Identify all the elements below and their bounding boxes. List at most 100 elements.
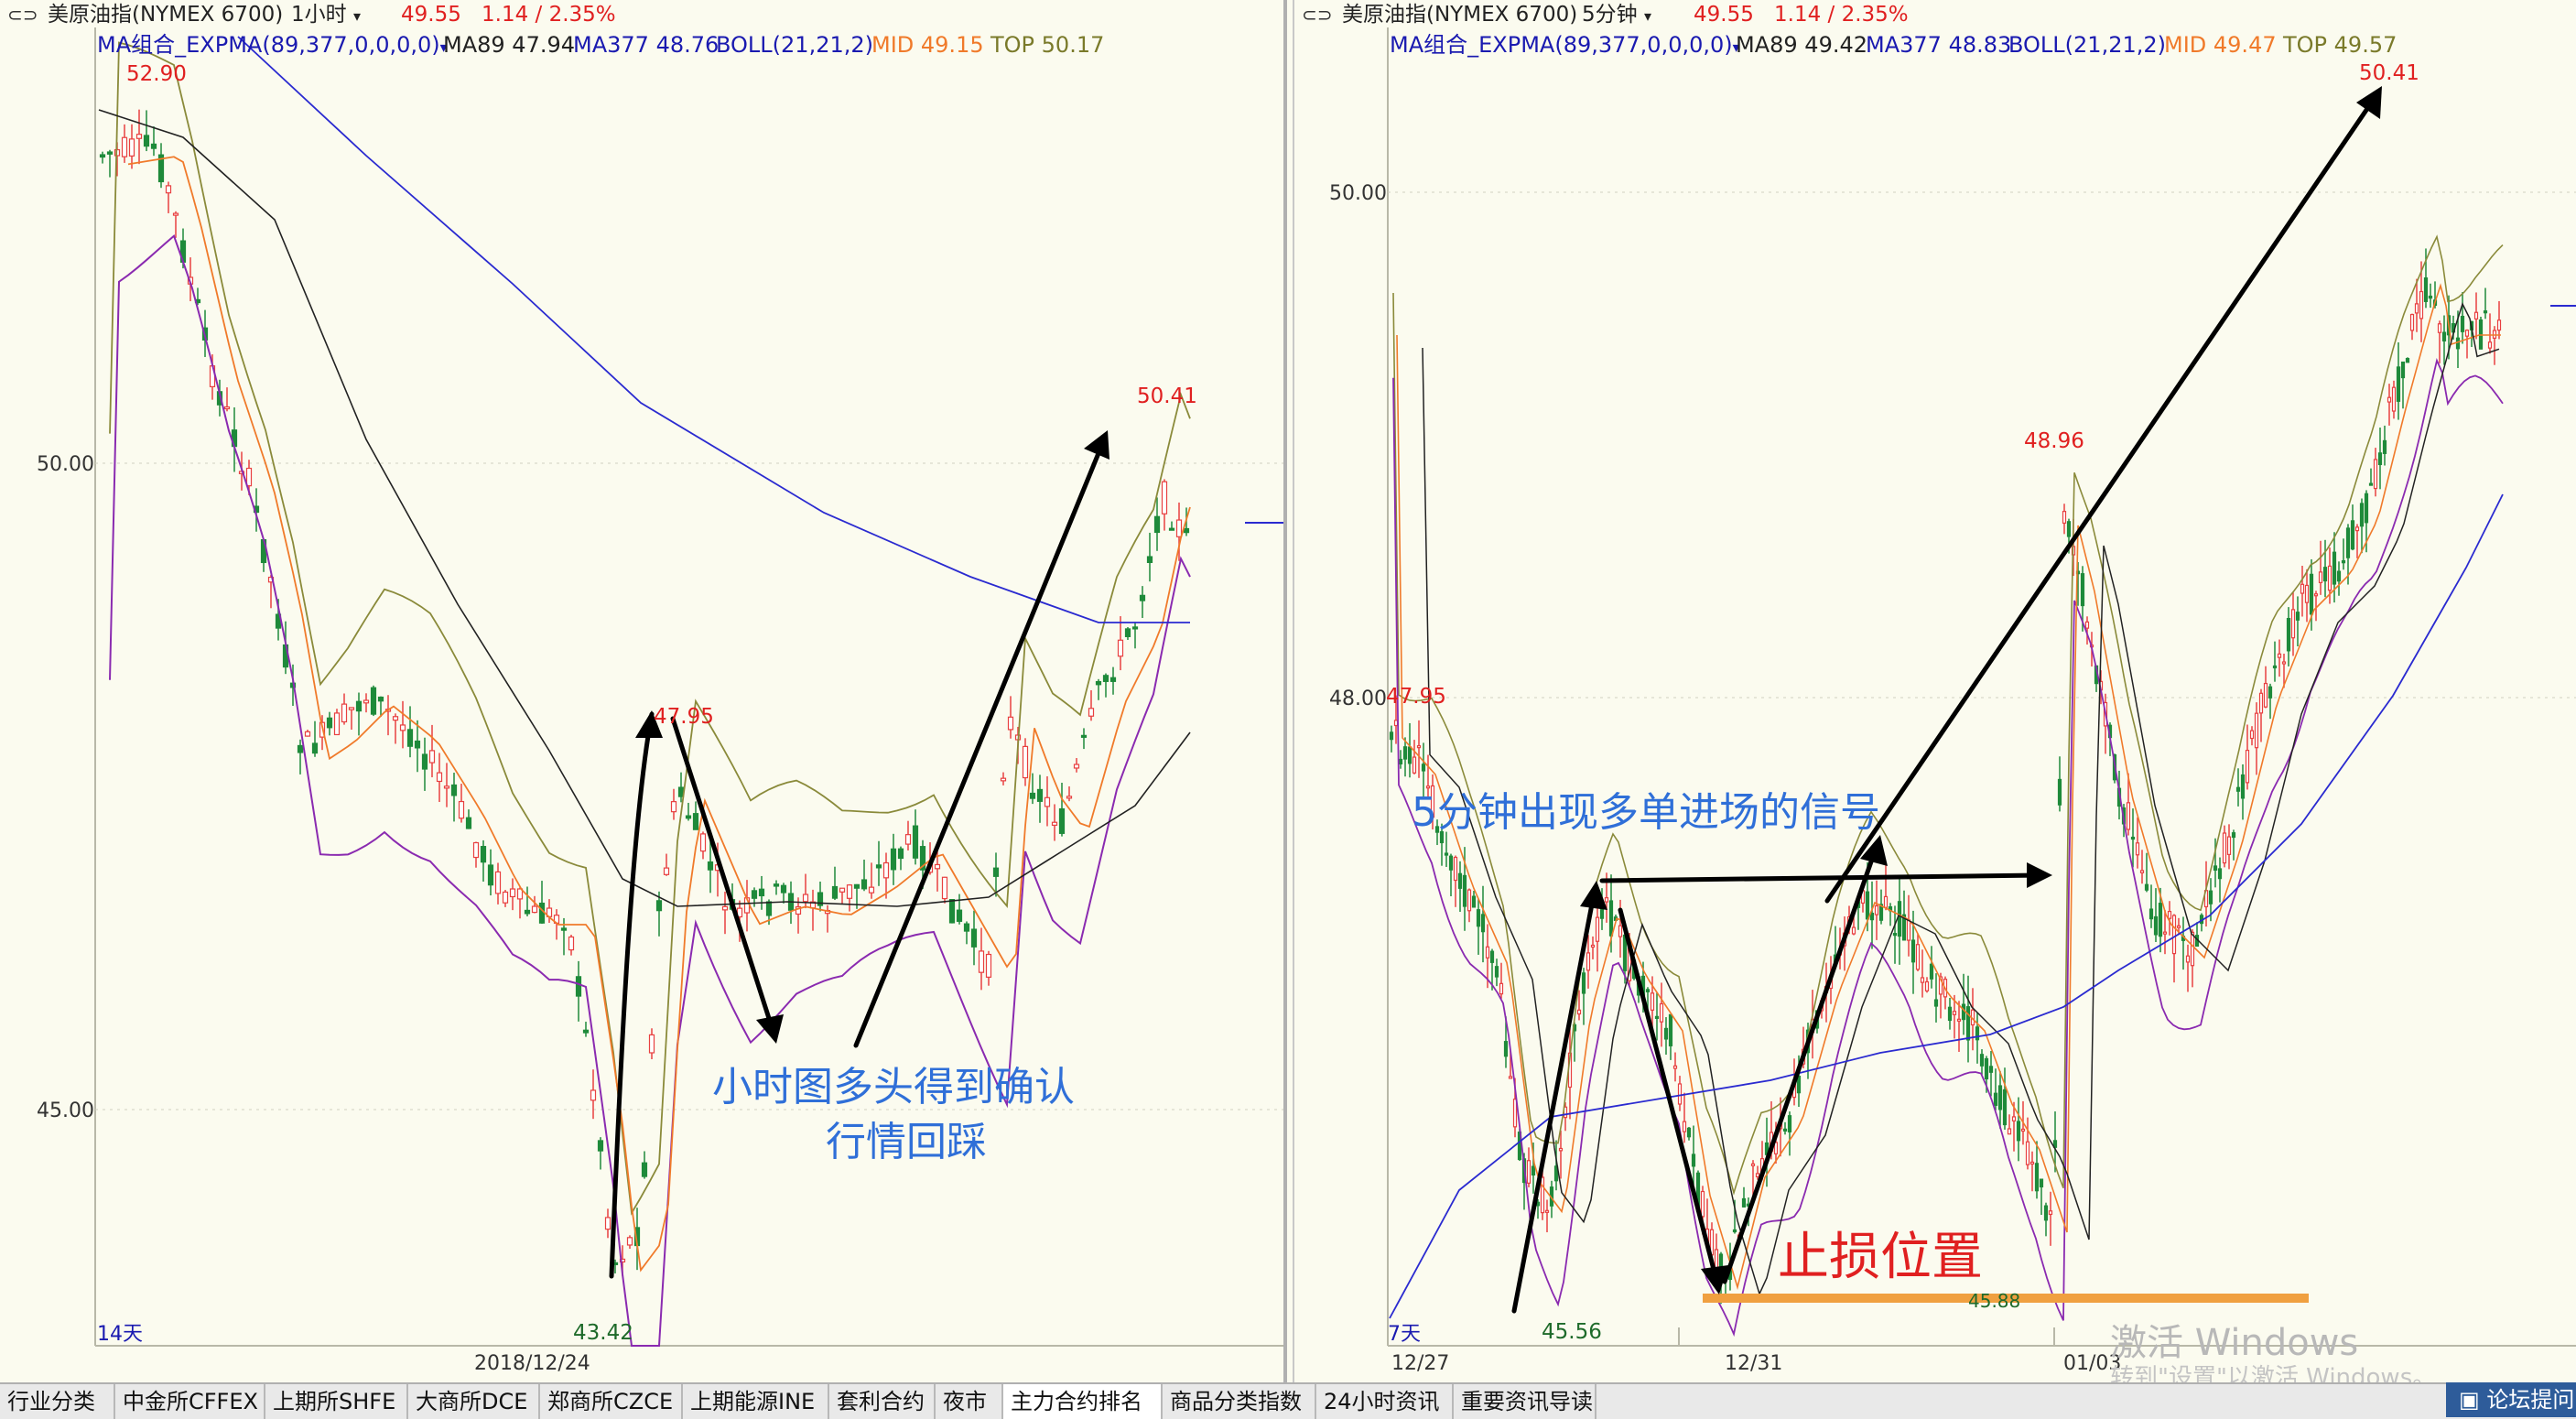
y-label-48: 48.00 [1329,688,1387,710]
symbol-name[interactable]: 美原油指(NYMEX 6700) [1342,0,1577,29]
price-mark-left-high: 47.95 [1386,685,1446,709]
ma89-value: MA89 47.94 [443,32,575,58]
x-label-1227: 12/27 [1391,1352,1449,1375]
five-minute-price-chart[interactable]: 50.00 48.00 12/27 12/31 01/03 7天 50.41 4… [1294,0,2576,1382]
candle-body [2428,295,2433,299]
candle-body [2419,290,2424,320]
candle-body [1993,1092,1998,1106]
candle-body [780,884,787,894]
candle-body [1467,889,1472,912]
tab-24h-news[interactable]: 24小时资讯 [1316,1384,1454,1419]
candle-body [1036,788,1044,802]
chat-icon: ▣ [2459,1387,2480,1413]
candle-body [1952,1011,1957,1015]
candle-body [1412,756,1417,774]
candle-body [2249,730,2255,740]
candle-body [2208,890,2213,904]
period-selector[interactable]: 5分钟 ▾ [1582,0,1651,31]
x-label-1231: 12/31 [1725,1352,1782,1375]
candle-body [1984,1057,1989,1080]
candle-body [2359,503,2365,527]
candle-body [1453,856,1458,882]
candle-body [1654,1015,1660,1019]
hourly-price-chart[interactable]: 50.00 45.00 2018/12/24 14天 52.90 47.95 5… [0,0,1283,1382]
link-chart-icon[interactable]: ⊂⊃ [1302,0,1333,29]
tab-ine[interactable]: 上期能源INE [683,1384,829,1419]
tab-cffex[interactable]: 中金所CFFEX [115,1384,265,1419]
link-chart-icon[interactable]: ⊂⊃ [7,0,38,29]
tab-industry[interactable]: 行业分类 [0,1384,115,1419]
forum-ask-button[interactable]: ▣ 论坛提问 [2446,1382,2576,1417]
candle-body [2025,1141,2030,1165]
annotation-hourly-confirm: 小时图多头得到确认 [712,1064,1075,1110]
candle-body [963,923,970,932]
candle-body [1161,481,1168,515]
candle-body [1782,1128,1788,1132]
candle-body [1425,785,1431,789]
indicator-selector[interactable]: MA组合_EXPMA(89,377,0,0,0,0)▾ [97,29,448,63]
indicator-selector[interactable]: MA组合_EXPMA(89,377,0,0,0,0)▾ [1390,29,1740,63]
symbol-name[interactable]: 美原油指(NYMEX 6700) [48,0,283,29]
candle-body [648,1034,655,1054]
candle-body [1139,594,1146,601]
boll-mid-line [1396,283,2501,1291]
candle-body [1022,745,1029,779]
candle-body [1787,1115,1792,1132]
tab-main-contract-rank[interactable]: 主力合约排名 [1003,1384,1163,1419]
candle-body [458,800,465,819]
candle-body [1608,900,1614,937]
tab-dce[interactable]: 大商所DCE [408,1384,540,1419]
candle-body [699,833,707,852]
tab-czce[interactable]: 郑商所CZCE [540,1384,683,1419]
tab-arbitrage[interactable]: 套利合约 [829,1384,936,1419]
candle-body [641,1162,648,1177]
tab-night[interactable]: 夜市 [936,1384,1003,1419]
candle-body [1494,966,1499,978]
candle-body [2364,493,2369,524]
period-selector[interactable]: 1小时 ▾ [291,0,361,31]
candle-body [2135,842,2140,856]
candle-body [1947,1006,1953,1022]
candle-body [165,185,172,194]
candle-body [2327,565,2332,591]
candle-body [1599,909,1605,919]
candle-body [1933,999,1939,1007]
candle-body [1058,807,1066,834]
candle-body [773,883,780,887]
tab-shfe[interactable]: 上期所SHFE [265,1384,408,1419]
candle-body [2258,692,2264,714]
candle-body [1398,758,1403,765]
candle-body [1480,914,1486,933]
candle-body [1618,925,1623,937]
candle-body [2464,330,2470,337]
price-mark-swing: 47.95 [654,705,714,729]
price-mark-low: 45.56 [1542,1320,1602,1344]
candle-body [765,901,773,916]
candle-body [2148,908,2154,920]
candle-body [1975,1026,1980,1041]
candle-body [1906,919,1911,941]
candle-body [1979,1054,1985,1067]
candle-body [2405,357,2410,363]
candle-body [311,742,319,754]
chart-panel-hourly[interactable]: 50.00 45.00 2018/12/24 14天 52.90 47.95 5… [0,0,1287,1382]
tab-key-news[interactable]: 重要资讯导读 [1454,1384,1596,1419]
tab-commodity-index[interactable]: 商品分类指数 [1163,1384,1316,1419]
candle-body [2318,571,2323,583]
candle-body [1007,716,1014,731]
candle-body [414,740,421,749]
candle-body [2007,1128,2012,1135]
candle-body [2423,277,2429,302]
indicator-bar: MA组合_EXPMA(89,377,0,0,0,0)▾ MA89 49.42 M… [1390,29,2576,60]
candle-body [494,871,502,894]
candle-body [1686,1127,1692,1138]
boll-mid-value: MID 49.15 [871,32,984,58]
candle-body [128,138,135,157]
candle-body [399,724,406,731]
chart-panel-5min[interactable]: 50.00 48.00 12/27 12/31 01/03 7天 50.41 4… [1293,0,2576,1382]
annotation-stop-loss: 止损位置 [1778,1228,1983,1287]
candle-body [1088,708,1095,717]
range-label: 14天 [97,1323,143,1346]
candle-body [853,883,860,889]
candle-body [1421,764,1426,772]
